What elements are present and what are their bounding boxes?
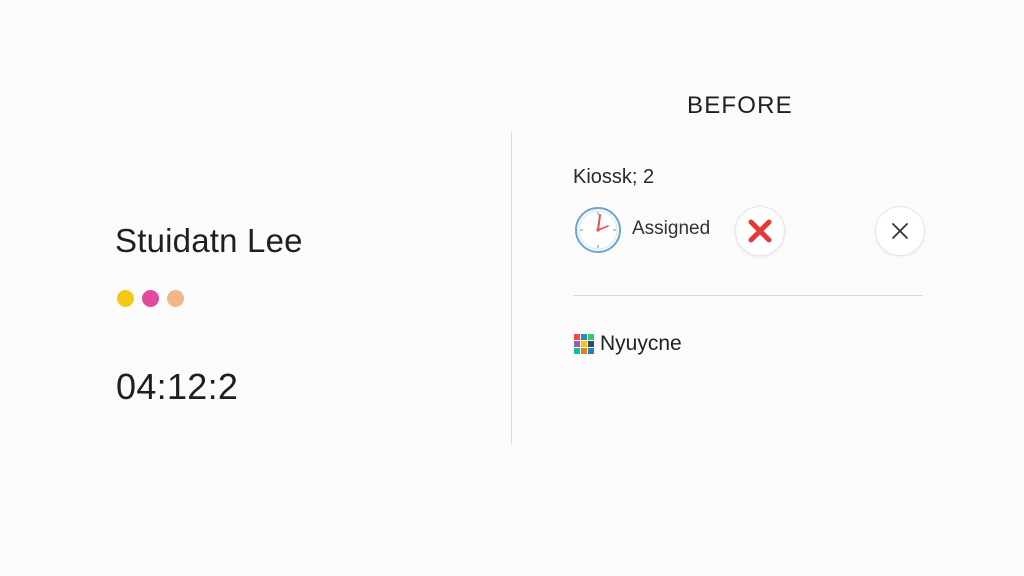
color-dots <box>117 290 184 307</box>
peach-dot <box>167 290 184 307</box>
reject-button[interactable] <box>735 206 785 256</box>
status-label: Assigned <box>632 218 711 239</box>
section-title: BEFORE <box>687 92 793 119</box>
red-x-icon <box>748 219 772 243</box>
close-icon <box>892 223 908 239</box>
clock-icon <box>575 207 621 253</box>
student-card: Stuidatn Lee 04:12:2 <box>0 0 510 576</box>
grid-app-icon <box>574 334 594 354</box>
kiosk-panel: BEFORE Kiossk; 2 Assigned Nyuycne <box>512 0 1024 576</box>
yellow-dot <box>117 290 134 307</box>
student-name: Stuidatn Lee <box>115 222 303 259</box>
kiosk-label: Kiossk; 2 <box>573 166 655 188</box>
session-timer: 04:12:2 <box>116 366 239 407</box>
pink-dot <box>142 290 159 307</box>
status-row: Assigned <box>573 205 925 256</box>
assignee-row: Nyuycne <box>574 332 682 356</box>
close-button[interactable] <box>875 206 925 256</box>
assignee-name: Nyuycne <box>600 332 682 355</box>
horizontal-divider <box>573 295 923 296</box>
